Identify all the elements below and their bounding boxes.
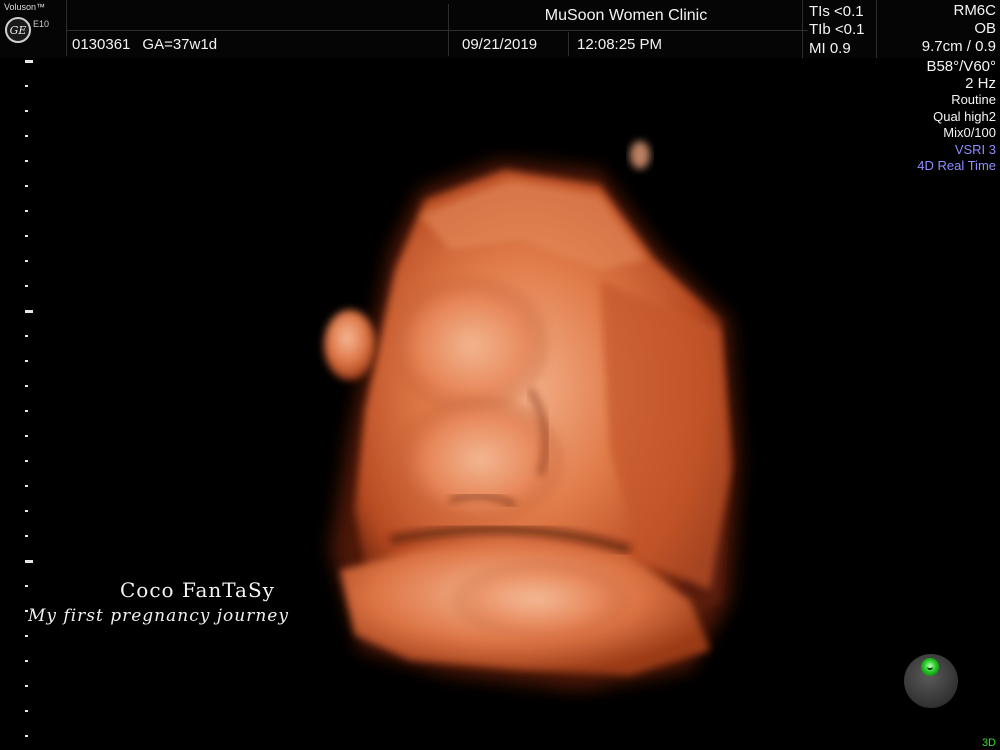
- clinic-name: MuSoon Women Clinic: [544, 7, 708, 24]
- depth-scale-tick: [25, 260, 28, 262]
- watermark-subtitle: My first pregnancy journey: [28, 606, 289, 626]
- depth-scale-tick: [25, 485, 28, 487]
- fetal-3d-render: [324, 141, 740, 690]
- probe-name: RM6C: [953, 2, 996, 19]
- depth-scale-tick: [25, 160, 28, 162]
- brand-name: Voluson™: [4, 2, 46, 12]
- header-divider: [448, 4, 449, 56]
- depth-scale-tick: [25, 660, 28, 662]
- patient-id: 0130361: [72, 36, 131, 53]
- probe-panel: RM6C OB 9.7cm / 0.9: [922, 2, 996, 56]
- mode-param: Routine: [951, 92, 996, 107]
- depth-scale-tick: [25, 685, 28, 687]
- mix-param: Mix0/100: [943, 125, 996, 140]
- depth-scale-tick: [25, 735, 28, 737]
- depth-scale-tick: [25, 410, 28, 412]
- watermark: Coco FanTaSy My first pregnancy journey: [28, 578, 368, 626]
- watermark-title: Coco FanTaSy: [120, 578, 275, 602]
- quality-param: Qual high2: [933, 108, 996, 124]
- model-name: E10: [33, 19, 50, 29]
- mode-indicator: 3D: [981, 737, 996, 749]
- gestational-age: GA=37w1d: [142, 36, 218, 53]
- thermal-index-soft: TIs <0.1: [809, 3, 864, 20]
- depth-scale-tick: [25, 560, 33, 563]
- depth-scale-tick: [25, 85, 28, 87]
- mechanical-index: MI 0.9: [809, 40, 851, 57]
- depth-scale-tick: [25, 310, 33, 313]
- trackball-status-icon: [921, 658, 939, 676]
- realtime-param: 4D Real Time: [917, 158, 996, 173]
- header-bar: Voluson™ GE E10 0130361 GA=37w1d MuSoon W…: [0, 0, 1000, 58]
- imaging-parameters: B58°/V60° 2 Hz Routine Qual high2 Mix0/1…: [917, 58, 996, 175]
- depth-scale-tick: [25, 285, 28, 287]
- depth-scale-tick: [25, 60, 33, 63]
- depth-scale-tick: [25, 635, 28, 637]
- trackball-icon[interactable]: [904, 654, 958, 708]
- ge-logo-icon: GE: [5, 17, 31, 43]
- exam-time: 12:08:25 PM: [577, 36, 663, 53]
- depth-scale-tick: [25, 335, 28, 337]
- exam-date: 09/21/2019: [462, 36, 538, 53]
- depth-scale-tick: [25, 360, 28, 362]
- header-divider: [66, 30, 808, 31]
- header-divider: [568, 32, 569, 56]
- depth-scale-tick: [25, 710, 28, 712]
- depth-scale-tick: [25, 235, 28, 237]
- depth-scale-tick: [25, 110, 28, 112]
- depth-scale: [0, 58, 40, 750]
- logo-block: Voluson™ GE E10: [0, 0, 67, 56]
- depth-scale-tick: [25, 135, 28, 137]
- vsri-param: VSRI 3: [954, 141, 996, 157]
- depth-scale-tick: [25, 510, 28, 512]
- frequency-param: 2 Hz: [965, 75, 996, 92]
- thermal-index-bone: TIb <0.1: [809, 21, 865, 38]
- angle-param: B58°/V60°: [926, 58, 996, 75]
- depth-scale-tick: [25, 385, 28, 387]
- depth-scale-tick: [25, 435, 28, 437]
- depth-scale-tick: [25, 535, 28, 537]
- header-divider: [876, 0, 877, 58]
- header-divider: [802, 0, 803, 58]
- depth-readout: 9.7cm / 0.9: [921, 38, 996, 55]
- depth-scale-tick: [25, 185, 28, 187]
- depth-scale-tick: [25, 210, 28, 212]
- application-preset: OB: [974, 20, 996, 37]
- patient-info: 0130361 GA=37w1d: [72, 36, 229, 53]
- depth-scale-tick: [25, 460, 28, 462]
